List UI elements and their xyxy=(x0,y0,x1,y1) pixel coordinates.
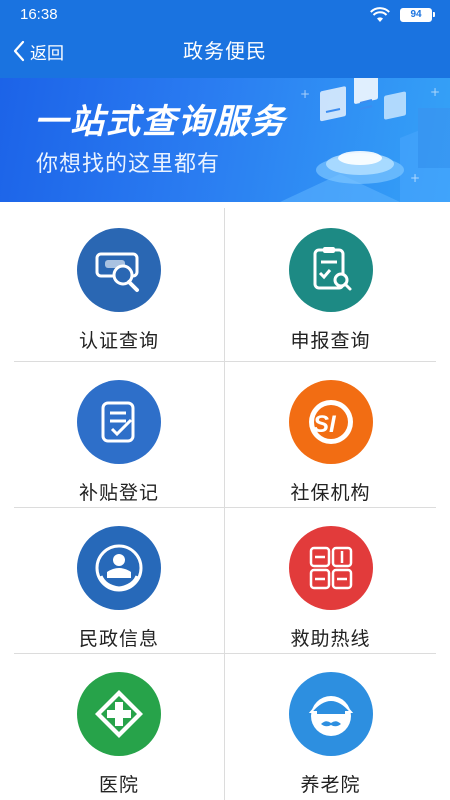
service-label: 救助热线 xyxy=(290,628,371,650)
service-item-hospital[interactable]: 医院 xyxy=(14,654,225,800)
svg-text:SI: SI xyxy=(313,411,337,438)
service-item-subsidy-registration[interactable]: 补贴登记 xyxy=(14,362,225,507)
service-row: 认证查询 申报查询 xyxy=(14,208,436,362)
civil-affairs-emblem-icon xyxy=(77,526,161,610)
search-id-icon xyxy=(77,228,161,312)
wifi-icon xyxy=(370,7,390,22)
page-title: 政务便民 xyxy=(183,39,267,63)
service-label: 民政信息 xyxy=(78,628,159,650)
svg-text:+: + xyxy=(300,87,310,101)
service-grid: 认证查询 申报查询 补贴登记 SI 社保机构 民政信息 救助热线 医院 养老院 xyxy=(14,208,436,800)
elderly-face-icon xyxy=(288,672,373,756)
service-label: 医院 xyxy=(98,774,139,796)
service-label: 认证查询 xyxy=(78,330,159,352)
service-item-declaration-query[interactable]: 申报查询 xyxy=(225,208,436,361)
service-label: 社保机构 xyxy=(290,482,371,504)
service-item-social-security-agency[interactable]: SI 社保机构 xyxy=(225,362,436,507)
nav-bar: 返回 政务便民 xyxy=(0,30,450,74)
service-row: 医院 养老院 xyxy=(14,654,436,800)
svg-text:+: + xyxy=(410,171,420,185)
service-item-certification-query[interactable]: 认证查询 xyxy=(14,208,225,361)
document-check-icon xyxy=(77,380,161,464)
service-row: 民政信息 救助热线 xyxy=(14,508,436,654)
hospital-cross-icon xyxy=(77,672,161,756)
service-item-nursing-home[interactable]: 养老院 xyxy=(225,654,436,800)
social-security-logo-icon: SI xyxy=(288,380,373,464)
banner[interactable]: 一站式查询服务 你想找的这里都有 + + + xyxy=(0,78,450,202)
service-label: 申报查询 xyxy=(290,330,371,352)
service-row: 补贴登记 SI 社保机构 xyxy=(14,362,436,508)
clipboard-search-icon xyxy=(288,228,373,312)
battery-indicator: 94 xyxy=(400,8,435,22)
data-platform-illustration-icon: + + + xyxy=(280,78,450,202)
banner-title: 一站式查询服务 xyxy=(34,102,286,142)
status-bar: 16:38 94 xyxy=(0,0,450,30)
service-item-aid-hotline[interactable]: 救助热线 xyxy=(225,508,436,653)
service-label: 养老院 xyxy=(300,774,361,796)
service-label: 补贴登记 xyxy=(78,482,159,504)
svg-text:+: + xyxy=(430,85,440,99)
service-item-civil-affairs-info[interactable]: 民政信息 xyxy=(14,508,225,653)
app-header: 16:38 94 返回 政务便民 xyxy=(0,0,450,78)
banner-subtitle: 你想找的这里都有 xyxy=(36,152,221,177)
civil-affairs-seal-icon xyxy=(288,526,373,610)
status-time: 16:38 xyxy=(20,6,58,23)
